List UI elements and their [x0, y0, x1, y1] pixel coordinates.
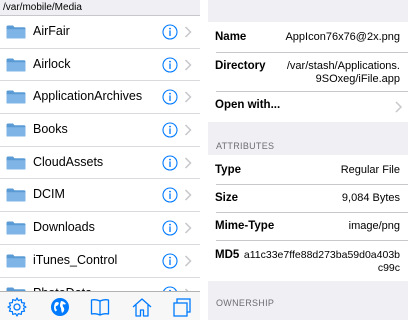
book-icon[interactable] — [89, 296, 111, 318]
chevron-right-icon[interactable] — [184, 221, 192, 235]
name-label: Name — [215, 31, 247, 43]
open-with-row[interactable]: Open with... — [208, 92, 408, 122]
md5-value-line2: c99c — [377, 262, 400, 274]
info-icon[interactable] — [162, 89, 178, 105]
md5-value-line1: a11c33e7ffe88d273ba59d0a403b — [243, 249, 400, 261]
folder-row[interactable]: iTunes_Control — [0, 245, 200, 278]
folder-row[interactable]: Books — [0, 114, 200, 147]
gear-icon[interactable] — [6, 296, 28, 318]
path-bar: /var/mobile/Media — [0, 0, 200, 16]
folder-row[interactable]: Airlock — [0, 49, 200, 82]
folder-row[interactable]: DCIM — [0, 179, 200, 213]
info-icon[interactable] — [162, 24, 178, 40]
file-info-group: Name AppIcon76x76@2x.png Directory /var/… — [208, 22, 408, 122]
folder-row[interactable]: AirFair — [0, 16, 200, 49]
folder-icon — [6, 90, 26, 104]
folder-row[interactable]: Downloads — [0, 212, 200, 245]
info-icon[interactable] — [162, 220, 178, 236]
folder-row[interactable]: CloudAssets — [0, 147, 200, 180]
chevron-right-icon[interactable] — [184, 188, 192, 202]
chevron-right-icon[interactable] — [184, 58, 192, 72]
folder-name: Books — [33, 122, 68, 137]
type-label: Type — [215, 164, 241, 176]
mime-type-label: Mime-Type — [215, 220, 275, 232]
attributes-group: Type Regular File Size 9,084 Bytes Mime-… — [208, 155, 408, 281]
open-with-label: Open with... — [215, 99, 281, 111]
size-label: Size — [215, 192, 239, 204]
folder-name: DCIM — [33, 187, 65, 202]
directory-value-line2: 9SOxeg/iFile.app — [315, 73, 400, 85]
folder-row[interactable]: ApplicationArchives — [0, 81, 200, 115]
chevron-right-icon[interactable] — [184, 254, 192, 268]
name-value: AppIcon76x76@2x.png — [285, 31, 400, 43]
folder-icon — [6, 188, 26, 202]
folder-name: CloudAssets — [33, 154, 104, 169]
folder-list: AirFair Airlock ApplicationArchives Books Cl… — [0, 16, 200, 310]
chevron-right-icon — [395, 101, 402, 113]
chevron-right-icon[interactable] — [184, 90, 192, 104]
attributes-header: ATTRIBUTES — [216, 141, 275, 151]
tab-bar — [0, 291, 200, 320]
type-value: Regular File — [340, 164, 400, 176]
chevron-right-icon[interactable] — [184, 156, 192, 170]
directory-label: Directory — [215, 60, 266, 72]
info-icon[interactable] — [162, 57, 178, 73]
info-icon[interactable] — [162, 187, 178, 203]
folder-icon — [6, 254, 26, 268]
folder-icon — [6, 25, 26, 39]
folder-icon — [6, 58, 26, 72]
folder-name: Airlock — [33, 56, 71, 71]
info-icon[interactable] — [162, 122, 178, 138]
chevron-right-icon[interactable] — [184, 25, 192, 39]
file-browser-pane: /var/mobile/Media AirFair Airlock Applicat… — [0, 0, 200, 320]
home-icon[interactable] — [131, 296, 153, 318]
size-value: 9,084 Bytes — [341, 192, 400, 204]
mime-type-value: image/png — [348, 220, 400, 232]
folder-icon — [6, 221, 26, 235]
folder-name: ApplicationArchives — [33, 89, 143, 104]
info-icon[interactable] — [162, 253, 178, 269]
info-icon[interactable] — [162, 155, 178, 171]
current-path: /var/mobile/Media — [3, 2, 82, 13]
folder-name: iTunes_Control — [33, 252, 118, 267]
folder-icon — [6, 123, 26, 137]
windows-icon[interactable] — [171, 296, 193, 318]
ownership-header: OWNERSHIP — [216, 298, 275, 308]
md5-label: MD5 — [215, 249, 240, 261]
folder-name: AirFair — [33, 24, 70, 38]
chevron-right-icon[interactable] — [184, 123, 192, 137]
directory-value-line1: /var/stash/Applications. — [286, 60, 400, 72]
globe-icon[interactable] — [49, 296, 71, 318]
pane-divider — [200, 0, 208, 320]
folder-name: Downloads — [33, 220, 95, 235]
folder-icon — [6, 156, 26, 170]
file-details-pane: Name AppIcon76x76@2x.png Directory /var/… — [208, 0, 408, 320]
